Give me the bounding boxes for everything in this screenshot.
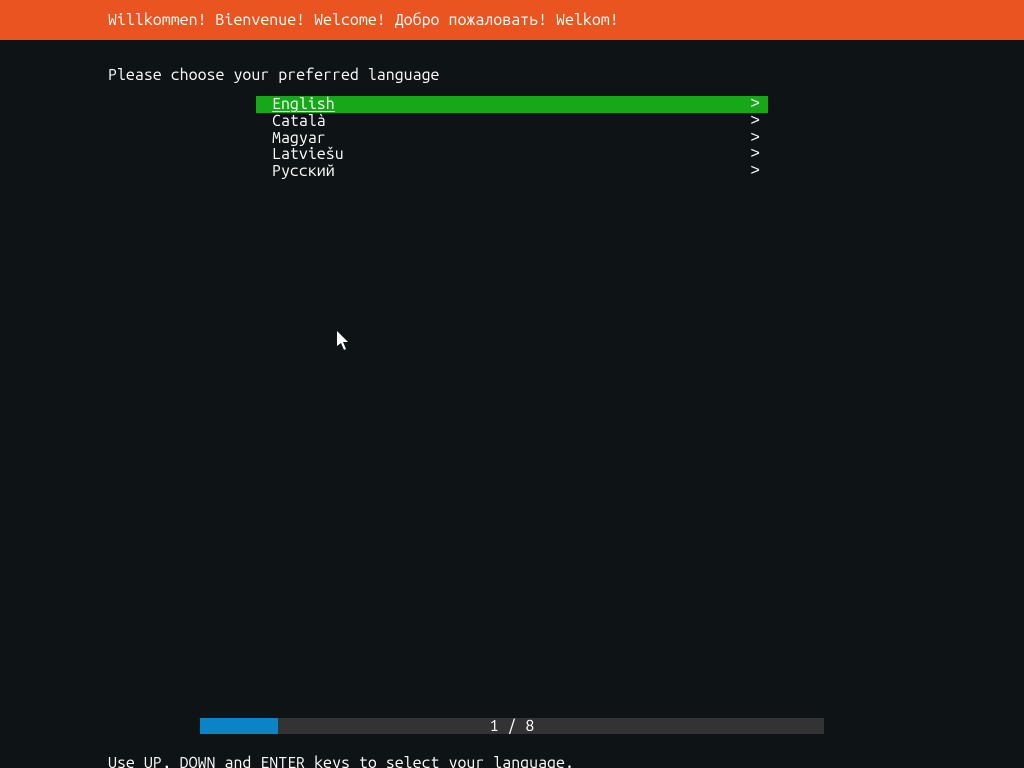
header-title: Willkommen! Bienvenue! Welcome! Добро по…	[108, 11, 619, 29]
language-item-latviesu[interactable]: Latviešu >	[256, 146, 768, 163]
chevron-right-icon: >	[750, 146, 760, 163]
header-bar: Willkommen! Bienvenue! Welcome! Добро по…	[0, 0, 1024, 40]
language-label: English	[272, 96, 750, 113]
chevron-right-icon: >	[750, 96, 760, 113]
chevron-right-icon: >	[750, 113, 760, 130]
language-label: Català	[272, 113, 750, 130]
language-item-english[interactable]: English >	[256, 96, 768, 113]
installer-screen: Willkommen! Bienvenue! Welcome! Добро по…	[0, 0, 1024, 768]
prompt-text: Please choose your preferred language	[108, 66, 440, 84]
language-item-magyar[interactable]: Magyar >	[256, 130, 768, 147]
hint-text: Use UP, DOWN and ENTER keys to select yo…	[108, 754, 574, 768]
language-list[interactable]: English > Català > Magyar > Latviešu > Р…	[256, 96, 768, 180]
chevron-right-icon: >	[750, 130, 760, 147]
chevron-right-icon: >	[750, 163, 760, 180]
language-label: Latviešu	[272, 146, 750, 163]
mouse-cursor-icon	[337, 331, 351, 351]
language-item-catala[interactable]: Català >	[256, 113, 768, 130]
progress-label: 1 / 8	[0, 718, 1024, 734]
language-label: Magyar	[272, 130, 750, 147]
language-item-russkiy[interactable]: Русский >	[256, 163, 768, 180]
language-label: Русский	[272, 163, 750, 180]
